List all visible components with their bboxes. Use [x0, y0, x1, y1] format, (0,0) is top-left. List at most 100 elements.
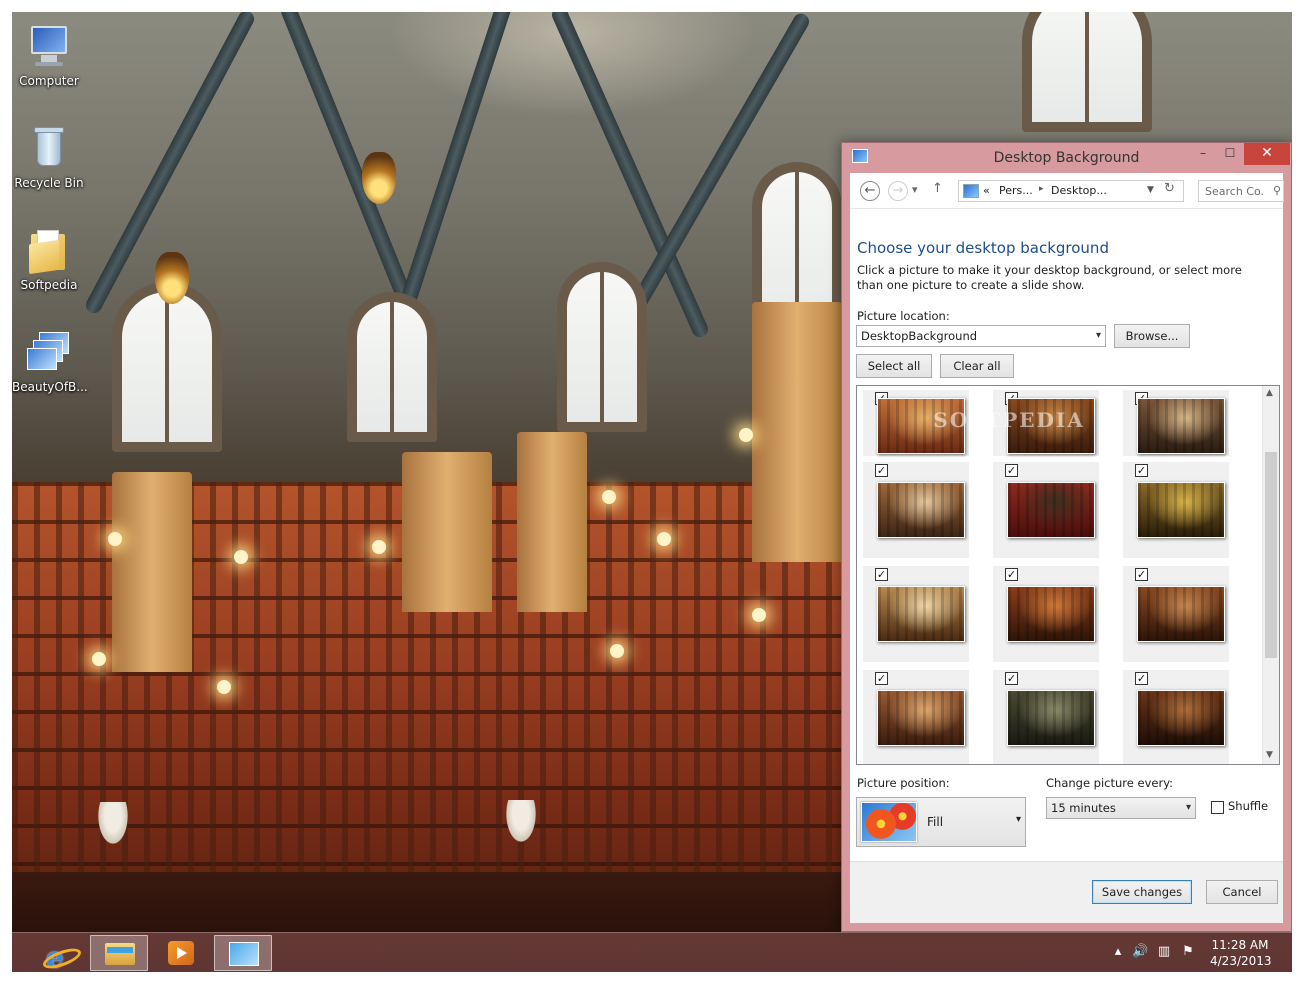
thumbnail-checkbox[interactable]: ✓ — [875, 464, 888, 477]
thumbnail-image[interactable] — [877, 586, 965, 642]
thumbnail-item[interactable]: ✓ — [1123, 462, 1229, 562]
change-picture-value: 15 minutes — [1051, 801, 1116, 815]
scroll-thumb[interactable] — [1265, 452, 1277, 658]
thumbnail-item[interactable]: ✓ — [863, 462, 969, 562]
browse-button[interactable]: Browse... — [1114, 324, 1190, 348]
thumbnail-image[interactable] — [877, 482, 965, 538]
thumbnail-image[interactable] — [1007, 586, 1095, 642]
dialog-footer: Save changes Cancel — [850, 861, 1283, 923]
thumbnail-image[interactable] — [1007, 690, 1095, 746]
wallpaper-lamp — [610, 644, 624, 658]
thumbnail-item[interactable]: ✓ — [993, 670, 1099, 764]
wallpaper-lamp — [739, 428, 753, 442]
change-picture-interval-select[interactable]: 15 minutes ▾ — [1046, 797, 1196, 819]
clear-all-button[interactable]: Clear all — [940, 354, 1014, 378]
breadcrumb-overflow[interactable]: « — [983, 184, 990, 197]
thumbnail-image[interactable] — [1007, 482, 1095, 538]
picture-list[interactable]: ✓✓✓✓✓✓✓✓✓✓✓✓ SOFTPEDIA ▲ ▼ — [856, 385, 1280, 765]
thumbnail-image[interactable] — [1137, 586, 1225, 642]
thumbnail-checkbox[interactable]: ✓ — [875, 672, 888, 685]
address-dropdown-icon[interactable]: ▼ — [1147, 185, 1154, 195]
cancel-button[interactable]: Cancel — [1206, 880, 1278, 904]
thumbnail-checkbox[interactable]: ✓ — [1135, 568, 1148, 581]
wallpaper-lamp — [602, 490, 616, 504]
picture-position-value: Fill — [927, 815, 944, 829]
page-title: Choose your desktop background — [857, 239, 1109, 257]
picture-position-label: Picture position: — [857, 776, 950, 790]
scroll-up-icon[interactable]: ▲ — [1266, 388, 1273, 398]
volume-icon[interactable]: 🔊 — [1132, 944, 1148, 960]
network-icon[interactable]: ▥ — [1156, 944, 1172, 960]
control-panel-icon — [229, 942, 259, 966]
wallpaper-lamp — [234, 550, 248, 564]
chevron-down-icon: ▾ — [1015, 814, 1021, 825]
desktop-icon-softpedia[interactable]: Softpedia — [12, 226, 86, 292]
desktop-icon-label: Softpedia — [20, 278, 78, 292]
thumbnail-checkbox[interactable]: ✓ — [875, 568, 888, 581]
scroll-down-icon[interactable]: ▼ — [1266, 750, 1273, 760]
picture-location-label: Picture location: — [857, 309, 950, 323]
shuffle-checkbox[interactable] — [1211, 801, 1224, 814]
desktop-icon-label: Recycle Bin — [14, 176, 84, 190]
thumbnail-checkbox[interactable]: ✓ — [1005, 464, 1018, 477]
control-panel-icon — [963, 184, 979, 198]
picture-location-select[interactable]: DesktopBackground ▾ — [856, 325, 1106, 347]
refresh-icon[interactable]: ↻ — [1164, 181, 1175, 196]
taskbar-control-panel[interactable] — [214, 935, 272, 971]
taskbar-internet-explorer[interactable]: e — [28, 935, 86, 972]
show-hidden-icons-icon[interactable]: ▴ — [1110, 944, 1126, 960]
search-icon: ⚲ — [1272, 184, 1281, 197]
thumbnail-item[interactable]: ✓ — [1123, 566, 1229, 666]
chevron-down-icon: ▾ — [1095, 330, 1101, 341]
wallpaper-window — [557, 262, 647, 432]
minimize-button[interactable]: – — [1188, 143, 1218, 165]
picture-position-select[interactable]: Fill ▾ — [856, 797, 1026, 847]
recent-locations-chevron-icon[interactable]: ▾ — [912, 183, 918, 196]
breadcrumb-personalization[interactable]: Pers... — [999, 184, 1033, 197]
window-content: ← → ▾ ↑ « Pers... ▸ Desktop... ▼ ↻ ⚲ — [850, 173, 1284, 923]
internet-explorer-icon: e — [46, 941, 64, 972]
close-button[interactable]: ✕ — [1244, 143, 1290, 165]
save-changes-button[interactable]: Save changes — [1092, 880, 1192, 904]
forward-button[interactable]: → — [888, 181, 908, 201]
softpedia-watermark: SOFTPEDIA — [933, 408, 1085, 432]
thumbnail-image[interactable] — [1137, 690, 1225, 746]
thumbnail-item[interactable]: ✓ — [1123, 670, 1229, 764]
desktop-icon-computer[interactable]: Computer — [12, 22, 86, 88]
theme-pack-icon — [25, 328, 73, 376]
search-box[interactable]: ⚲ — [1198, 180, 1284, 202]
wallpaper-window — [112, 282, 222, 452]
address-bar[interactable]: « Pers... ▸ Desktop... ▼ — [958, 180, 1184, 202]
thumbnail-image[interactable] — [1137, 482, 1225, 538]
action-center-flag-icon[interactable]: ⚑ — [1180, 944, 1196, 960]
search-input[interactable] — [1199, 181, 1265, 201]
maximize-button[interactable]: ☐ — [1215, 143, 1245, 165]
thumbnail-checkbox[interactable]: ✓ — [1135, 672, 1148, 685]
thumbnail-checkbox[interactable]: ✓ — [1135, 464, 1148, 477]
desktop-icon-recycle-bin[interactable]: Recycle Bin — [12, 124, 86, 190]
wallpaper-pillar — [112, 472, 192, 672]
title-bar[interactable]: Desktop Background – ☐ ✕ — [842, 143, 1291, 173]
desktop-icon-theme-pack[interactable]: BeautyOfB... — [12, 328, 88, 394]
taskbar-media-player[interactable] — [152, 935, 210, 971]
wallpaper-lamp — [108, 532, 122, 546]
scrollbar[interactable]: ▲ ▼ — [1262, 386, 1279, 764]
select-all-button[interactable]: Select all — [856, 354, 932, 378]
back-button[interactable]: ← — [860, 181, 880, 201]
thumbnail-checkbox[interactable]: ✓ — [1005, 568, 1018, 581]
wallpaper-statue — [504, 800, 538, 846]
recycle-bin-icon — [25, 124, 73, 172]
clock[interactable]: 11:28 AM 4/23/2013 — [1210, 937, 1272, 969]
thumbnail-item[interactable]: ✓ — [863, 566, 969, 666]
shuffle-label: Shuffle — [1228, 799, 1269, 813]
wallpaper-lamp — [752, 608, 766, 622]
thumbnail-checkbox[interactable]: ✓ — [1005, 672, 1018, 685]
wallpaper-pillar — [402, 452, 492, 612]
taskbar-file-explorer[interactable] — [90, 935, 148, 971]
thumbnail-item[interactable]: ✓ — [993, 566, 1099, 666]
thumbnail-item[interactable]: ✓ — [993, 462, 1099, 562]
thumbnail-item[interactable]: ✓ — [863, 670, 969, 764]
thumbnail-image[interactable] — [877, 690, 965, 746]
breadcrumb-desktop-background[interactable]: Desktop... — [1051, 184, 1107, 197]
up-arrow-icon[interactable]: ↑ — [932, 181, 943, 196]
